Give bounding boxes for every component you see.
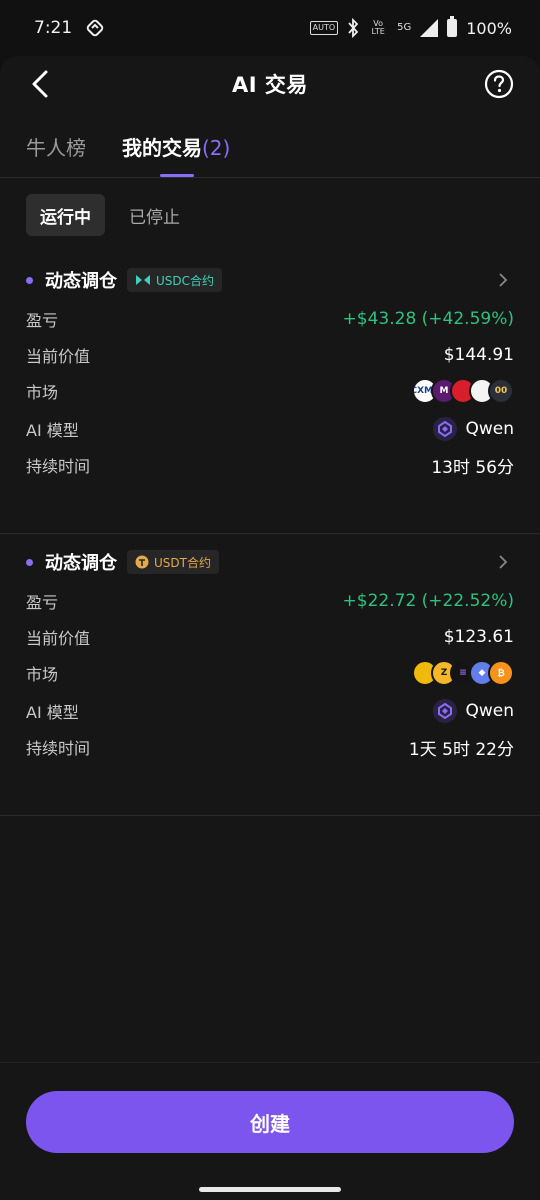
usdc-icon — [136, 275, 150, 285]
active-tab-indicator — [160, 174, 194, 177]
main-tabs: 牛人榜 我的交易(2) — [0, 122, 540, 178]
coin-btc-icon: ₿ — [488, 660, 514, 686]
qwen-icon — [433, 417, 458, 441]
pnl-label: 盈亏 — [26, 311, 59, 330]
volte-icon: Vo LTE — [371, 19, 385, 36]
current-value: $144.91 — [443, 345, 514, 365]
model-value: Qwen — [433, 417, 514, 441]
market-label: 市场 — [26, 383, 59, 402]
bottom-bar: 创建 — [0, 1062, 540, 1200]
value-row: 当前价值 $123.61 — [26, 622, 514, 652]
value-label: 当前价值 — [26, 629, 91, 648]
pnl-label: 盈亏 — [26, 593, 59, 612]
qwen-icon — [433, 699, 458, 723]
duration-label: 持续时间 — [26, 457, 91, 476]
trade-card[interactable]: 动态调仓 USDC合约 盈亏 +$43.28 (+42.59%) 当前价值 $1… — [0, 252, 540, 534]
tab-my-trades-label: 我的交易 — [122, 136, 202, 160]
contract-badge: USDC合约 — [127, 268, 223, 292]
market-coins: Z ≡ ◆ ₿ — [412, 660, 514, 686]
trade-title: 动态调仓 — [45, 553, 117, 574]
sync-icon — [86, 19, 104, 37]
tab-my-trades-count: (2) — [202, 136, 231, 160]
auto-brightness-icon: AUTO — [309, 21, 339, 35]
usdt-icon — [135, 555, 149, 569]
pnl-row: 盈亏 +$22.72 (+22.52%) — [26, 586, 514, 616]
help-icon[interactable] — [484, 69, 514, 99]
duration-label: 持续时间 — [26, 739, 91, 758]
signal-icon — [420, 19, 439, 37]
trade-card-header: 动态调仓 USDT合约 — [26, 546, 514, 578]
pnl-value: +$22.72 (+22.52%) — [342, 591, 514, 611]
back-icon[interactable] — [26, 68, 58, 100]
battery-level: 100% — [466, 18, 512, 38]
model-row: AI 模型 Qwen — [26, 696, 514, 726]
page-sheet: AI 交易 牛人榜 我的交易(2) 运行中 已停止 动态调仓 USDC合约 盈亏… — [0, 56, 540, 1200]
duration-value: 1天 5时 22分 — [408, 739, 514, 760]
chevron-right-icon[interactable] — [496, 554, 510, 570]
pnl-row: 盈亏 +$43.28 (+42.59%) — [26, 304, 514, 334]
pnl-value: +$43.28 (+42.59%) — [342, 309, 514, 329]
trade-title: 动态调仓 — [45, 271, 117, 292]
running-dot — [26, 276, 33, 284]
chevron-right-icon[interactable] — [496, 272, 510, 288]
duration-value: 13时 56分 — [431, 457, 514, 478]
battery-icon — [447, 16, 458, 37]
contract-badge: USDT合约 — [127, 550, 219, 574]
create-button[interactable]: 创建 — [26, 1091, 514, 1153]
value-row: 当前价值 $144.91 — [26, 340, 514, 370]
model-name: Qwen — [465, 419, 514, 439]
network-type: 5G — [397, 22, 412, 33]
status-bar: 7:21 AUTO Vo LTE 5G 100% — [0, 0, 540, 56]
filter-stopped[interactable]: 已停止 — [115, 194, 194, 236]
model-name: Qwen — [465, 701, 514, 721]
status-filter: 运行中 已停止 — [26, 194, 194, 236]
model-value: Qwen — [433, 699, 514, 723]
home-indicator[interactable] — [199, 1187, 341, 1192]
market-row: 市场 Z ≡ ◆ ₿ — [26, 658, 514, 688]
market-row: 市场 CXMSM00 — [26, 376, 514, 406]
tab-leaderboard[interactable]: 牛人榜 — [26, 132, 86, 161]
running-dot — [26, 558, 33, 566]
duration-row: 持续时间 1天 5时 22分 — [26, 732, 514, 762]
top-nav: AI 交易 — [0, 56, 540, 112]
trade-card[interactable]: 动态调仓 USDT合约 盈亏 +$22.72 (+22.52%) 当前价值 $1… — [0, 534, 540, 816]
tab-my-trades[interactable]: 我的交易(2) — [122, 132, 230, 161]
trade-card-header: 动态调仓 USDC合约 — [26, 264, 514, 296]
coin-00-icon: 00 — [488, 378, 514, 404]
duration-row: 持续时间 13时 56分 — [26, 450, 514, 480]
filter-running[interactable]: 运行中 — [26, 194, 105, 236]
value-label: 当前价值 — [26, 347, 91, 366]
status-time: 7:21 — [34, 18, 73, 38]
bluetooth-icon — [348, 18, 359, 38]
model-row: AI 模型 Qwen — [26, 414, 514, 444]
current-value: $123.61 — [443, 627, 514, 647]
market-label: 市场 — [26, 665, 59, 684]
model-label: AI 模型 — [26, 703, 79, 722]
market-coins: CXMSM00 — [412, 378, 514, 404]
model-label: AI 模型 — [26, 421, 79, 440]
page-title: AI 交易 — [232, 73, 308, 97]
